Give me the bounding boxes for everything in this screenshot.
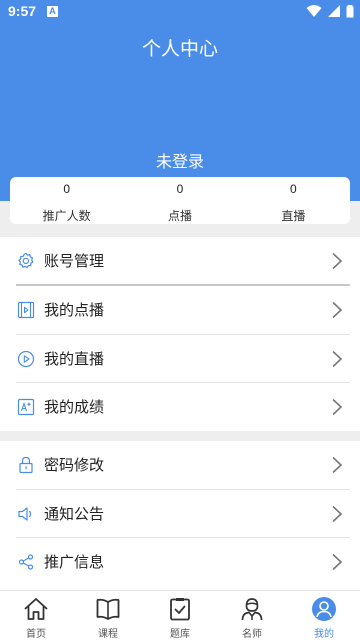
menu-item-label: 推广信息 [44,553,105,571]
lock-icon [19,456,33,474]
chevron-right-icon [332,301,343,319]
signal-icon [327,5,340,17]
chevron-right-icon [332,350,343,368]
menu-item-label: 我的点播 [44,301,105,319]
status-bar: 9:57 A [0,0,360,24]
a-square-icon: A [47,6,58,17]
menu-item-label: 密码修改 [44,456,105,474]
gear-icon [18,252,34,269]
status-time: 9:57 [8,3,37,19]
profile-header: 个人中心 未登录 [0,24,360,201]
nav-label: 首页 [26,629,46,640]
film-icon [17,301,35,319]
menu-item-label: 账号管理 [44,252,105,270]
book-icon [96,598,120,620]
bottom-nav: 首页 课程 题库 名师 我的 [0,590,360,640]
menu-item-my-scores[interactable]: 我的成绩 [0,383,360,431]
stat-label: 推广人数 [42,209,91,223]
stat-referrals[interactable]: 0 推广人数 [10,177,123,224]
stat-on-demand[interactable]: 0 点播 [123,177,236,224]
share-icon [18,554,34,570]
menu-item-label: 通知公告 [44,505,105,523]
nav-item-mine[interactable]: 我的 [288,591,360,640]
chevron-right-icon [332,505,343,523]
score-icon [17,398,35,416]
nav-label: 课程 [98,629,118,640]
battery-icon [346,5,354,18]
menu-item-label: 我的成绩 [44,398,105,416]
section-gap [0,431,360,441]
wifi-icon [306,5,322,17]
chevron-right-icon [332,252,343,270]
menu-item-account-management[interactable]: 账号管理 [0,237,360,285]
clipboard-check-icon [170,598,190,621]
stat-value: 0 [176,182,184,196]
menu-item-label: 我的直播 [44,350,105,368]
speaker-icon [18,507,32,521]
profile-icon [312,597,336,621]
login-link[interactable]: 未登录 [0,148,360,172]
stats-card: 0 推广人数 0 点播 0 直播 [10,177,350,224]
menu-item-change-password[interactable]: 密码修改 [0,441,360,489]
chevron-right-icon [332,553,343,571]
menu-item-referral-info[interactable]: 推广信息 [0,538,360,586]
home-icon [24,598,48,620]
stat-label: 点播 [167,209,192,223]
stat-value: 0 [289,182,297,196]
chevron-right-icon [332,398,343,416]
page-title: 个人中心 [141,38,218,60]
nav-label: 我的 [314,629,334,640]
stat-label: 直播 [281,209,306,223]
nav-item-question-bank[interactable]: 题库 [144,591,216,640]
nav-label: 题库 [170,629,190,640]
stat-live[interactable]: 0 直播 [237,177,350,224]
menu-item-announcements[interactable]: 通知公告 [0,490,360,538]
menu-item-my-live[interactable]: 我的直播 [0,335,360,383]
status-icons [306,4,354,20]
nav-label: 名师 [242,629,262,640]
chevron-right-icon [332,456,343,474]
teacher-icon [241,598,263,621]
nav-item-home[interactable]: 首页 [0,591,72,640]
menu-item-my-on-demand[interactable]: 我的点播 [0,286,360,334]
nav-item-teachers[interactable]: 名师 [216,591,288,640]
stat-value: 0 [63,182,70,196]
play-circle-icon [17,350,35,368]
nav-item-courses[interactable]: 课程 [72,591,144,640]
